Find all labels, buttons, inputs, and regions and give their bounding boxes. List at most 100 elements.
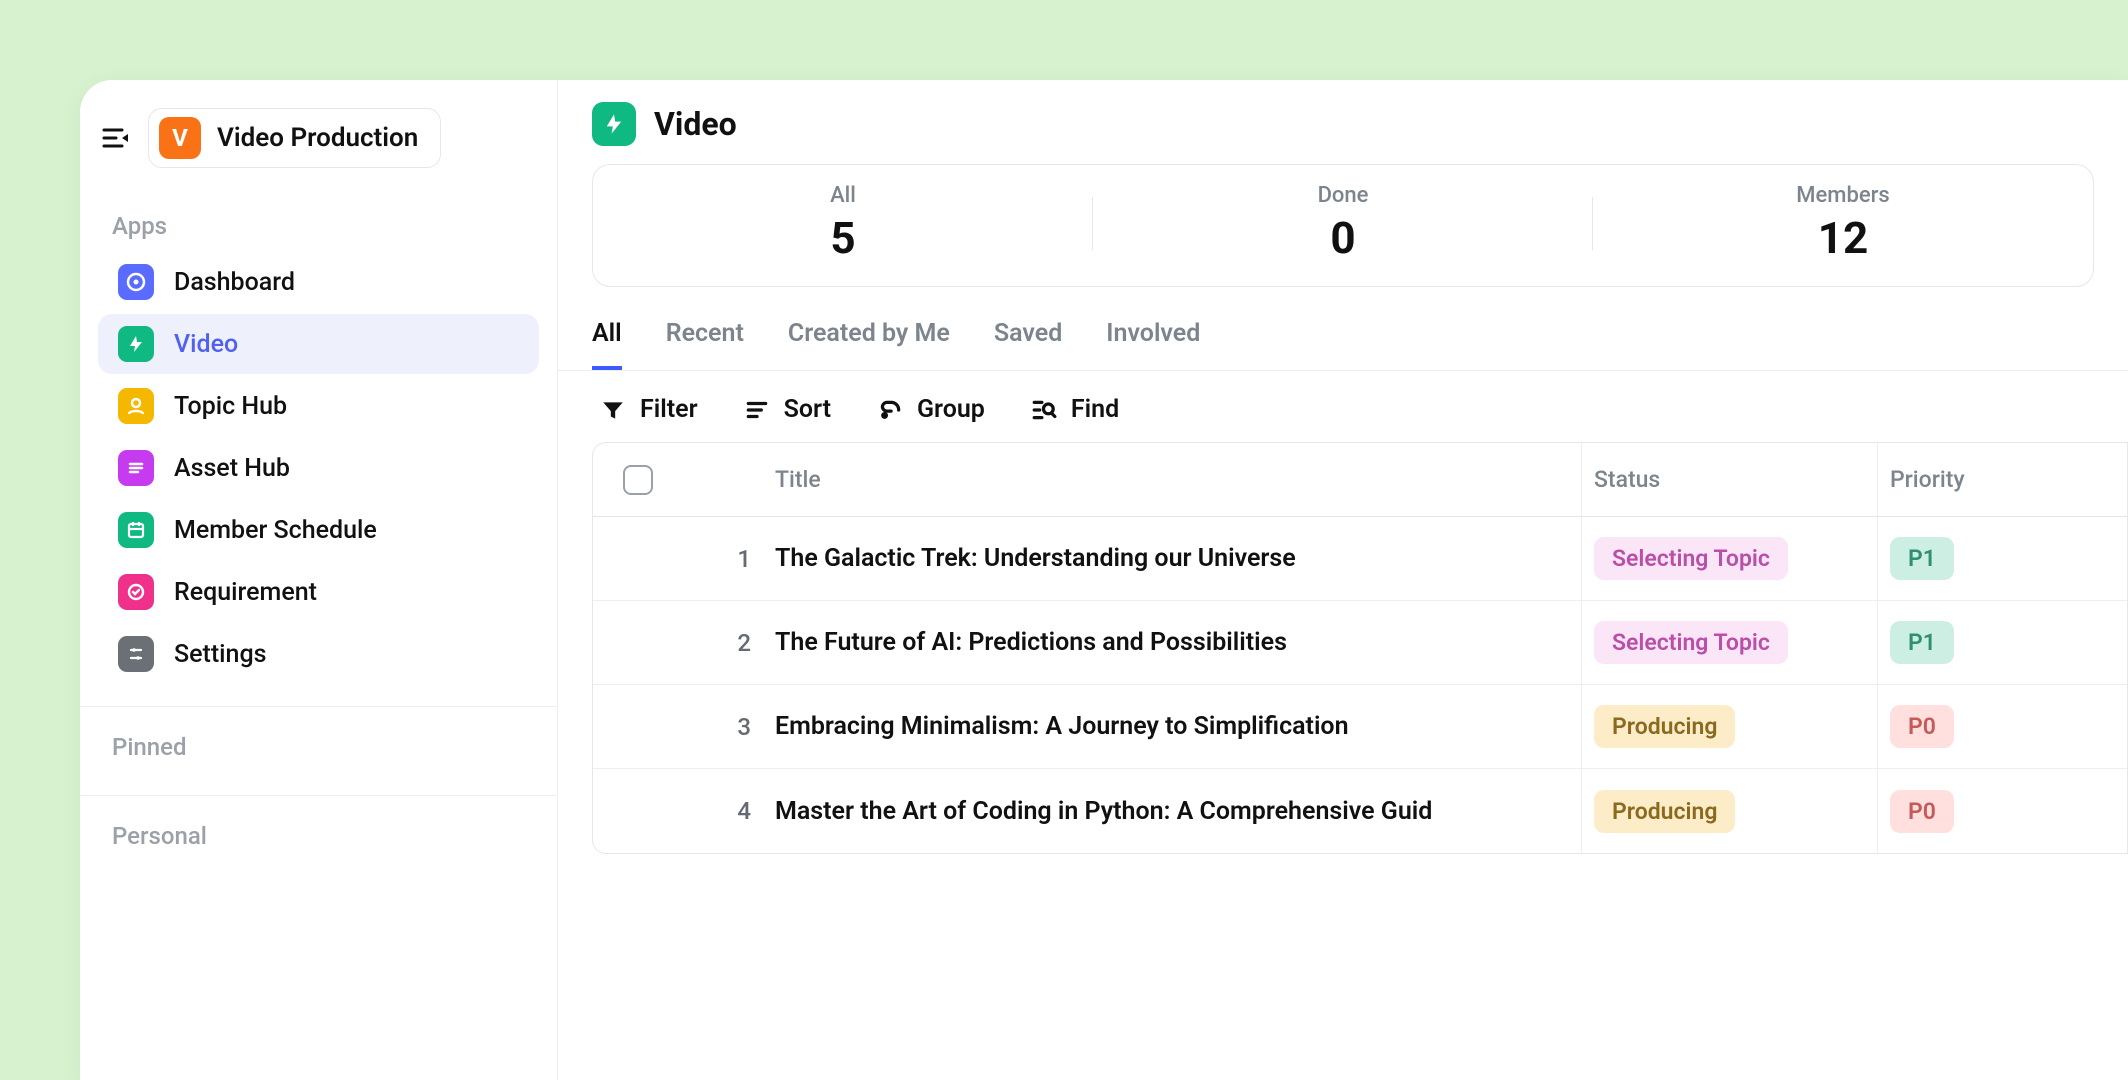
stat-value: 5 (830, 212, 855, 264)
collapse-sidebar-icon[interactable] (100, 122, 132, 154)
stat-label: All (830, 183, 856, 208)
row-status: Selecting Topic (1581, 517, 1877, 600)
tool-label: Find (1071, 395, 1119, 424)
status-badge: Selecting Topic (1594, 621, 1788, 664)
page-icon (592, 102, 636, 146)
app-window: V Video Production Apps Dashboard Video (80, 80, 2128, 1080)
select-all-checkbox[interactable] (623, 465, 653, 495)
workspace-badge: V (159, 117, 201, 159)
find-icon (1031, 397, 1057, 423)
table-header-row: Title Status Priority (593, 443, 2127, 517)
tab-saved[interactable]: Saved (994, 319, 1062, 370)
sidebar-item-label: Dashboard (174, 268, 295, 297)
tool-label: Filter (640, 395, 698, 424)
topic-hub-icon (118, 388, 154, 424)
tool-label: Group (917, 395, 985, 424)
find-button[interactable]: Find (1031, 395, 1119, 424)
divider (80, 795, 557, 796)
stat-done[interactable]: Done 0 (1093, 183, 1593, 264)
row-status: Selecting Topic (1581, 601, 1877, 684)
sidebar-nav: Dashboard Video Topic Hub Asset Hub (80, 252, 557, 684)
group-button[interactable]: Group (877, 395, 985, 424)
section-apps-label: Apps (80, 186, 557, 252)
sidebar-item-label: Asset Hub (174, 454, 290, 483)
sidebar-item-label: Topic Hub (174, 392, 287, 421)
stat-label: Done (1318, 183, 1369, 208)
row-priority: P1 (1877, 517, 2127, 600)
tab-recent[interactable]: Recent (666, 319, 744, 370)
tab-created-by-me[interactable]: Created by Me (788, 319, 950, 370)
page-title: Video (654, 105, 737, 143)
row-status: Producing (1581, 769, 1877, 853)
sidebar-item-video[interactable]: Video (98, 314, 539, 374)
row-title: The Future of AI: Predictions and Possib… (763, 628, 1581, 657)
status-badge: Selecting Topic (1594, 537, 1788, 580)
video-table: Title Status Priority 1The Galactic Trek… (592, 442, 2128, 854)
requirement-icon (118, 574, 154, 610)
filter-button[interactable]: Filter (600, 395, 698, 424)
sort-icon (744, 397, 770, 423)
table-row[interactable]: 2The Future of AI: Predictions and Possi… (593, 601, 2127, 685)
workspace-name: Video Production (217, 123, 418, 153)
sidebar-item-label: Member Schedule (174, 516, 377, 545)
dashboard-icon (118, 264, 154, 300)
tab-involved[interactable]: Involved (1106, 319, 1200, 370)
sidebar-item-label: Requirement (174, 578, 317, 607)
tool-label: Sort (784, 395, 831, 424)
sidebar-item-topic-hub[interactable]: Topic Hub (98, 376, 539, 436)
table-row[interactable]: 1The Galactic Trek: Understanding our Un… (593, 517, 2127, 601)
filter-icon (600, 397, 626, 423)
priority-badge: P1 (1890, 537, 1954, 580)
priority-badge: P0 (1890, 705, 1954, 748)
main-content: Video All 5 Done 0 Members 12 All Recent… (558, 80, 2128, 1080)
row-index: 4 (683, 797, 763, 825)
row-priority: P0 (1877, 685, 2127, 768)
stat-all[interactable]: All 5 (593, 183, 1093, 264)
sidebar-item-settings[interactable]: Settings (98, 624, 539, 684)
col-title[interactable]: Title (763, 466, 1581, 493)
section-pinned-label: Pinned (80, 729, 557, 773)
tab-all[interactable]: All (592, 319, 622, 370)
group-icon (877, 397, 903, 423)
tabs: All Recent Created by Me Saved Involved (558, 295, 2128, 371)
sidebar-item-label: Settings (174, 640, 267, 669)
row-title: The Galactic Trek: Understanding our Uni… (763, 544, 1581, 573)
stat-value: 0 (1330, 212, 1355, 264)
sidebar-item-requirement[interactable]: Requirement (98, 562, 539, 622)
col-priority[interactable]: Priority (1877, 443, 2127, 516)
row-priority: P1 (1877, 601, 2127, 684)
row-title: Master the Art of Coding in Python: A Co… (763, 797, 1581, 826)
sidebar-item-label: Video (174, 330, 238, 359)
sort-button[interactable]: Sort (744, 395, 831, 424)
table-row[interactable]: 4Master the Art of Coding in Python: A C… (593, 769, 2127, 853)
row-index: 2 (683, 629, 763, 657)
priority-badge: P1 (1890, 621, 1954, 664)
col-status[interactable]: Status (1581, 443, 1877, 516)
page-header: Video (558, 80, 2128, 164)
settings-icon (118, 636, 154, 672)
status-badge: Producing (1594, 790, 1735, 833)
table-toolbar: Filter Sort Group Find (558, 371, 2128, 442)
stat-members[interactable]: Members 12 (1593, 183, 2093, 264)
row-index: 3 (683, 713, 763, 741)
table-row[interactable]: 3Embracing Minimalism: A Journey to Simp… (593, 685, 2127, 769)
row-priority: P0 (1877, 769, 2127, 853)
sidebar-item-asset-hub[interactable]: Asset Hub (98, 438, 539, 498)
sidebar: V Video Production Apps Dashboard Video (80, 80, 558, 1080)
sidebar-item-dashboard[interactable]: Dashboard (98, 252, 539, 312)
stat-value: 12 (1818, 212, 1869, 264)
row-index: 1 (683, 545, 763, 573)
sidebar-item-member-schedule[interactable]: Member Schedule (98, 500, 539, 560)
asset-hub-icon (118, 450, 154, 486)
row-status: Producing (1581, 685, 1877, 768)
section-personal-label: Personal (80, 818, 557, 862)
workspace-selector[interactable]: V Video Production (148, 108, 441, 168)
stat-label: Members (1796, 183, 1889, 208)
row-title: Embracing Minimalism: A Journey to Simpl… (763, 712, 1581, 741)
video-icon (118, 326, 154, 362)
stats-card: All 5 Done 0 Members 12 (592, 164, 2094, 287)
priority-badge: P0 (1890, 790, 1954, 833)
status-badge: Producing (1594, 705, 1735, 748)
schedule-icon (118, 512, 154, 548)
divider (80, 706, 557, 707)
